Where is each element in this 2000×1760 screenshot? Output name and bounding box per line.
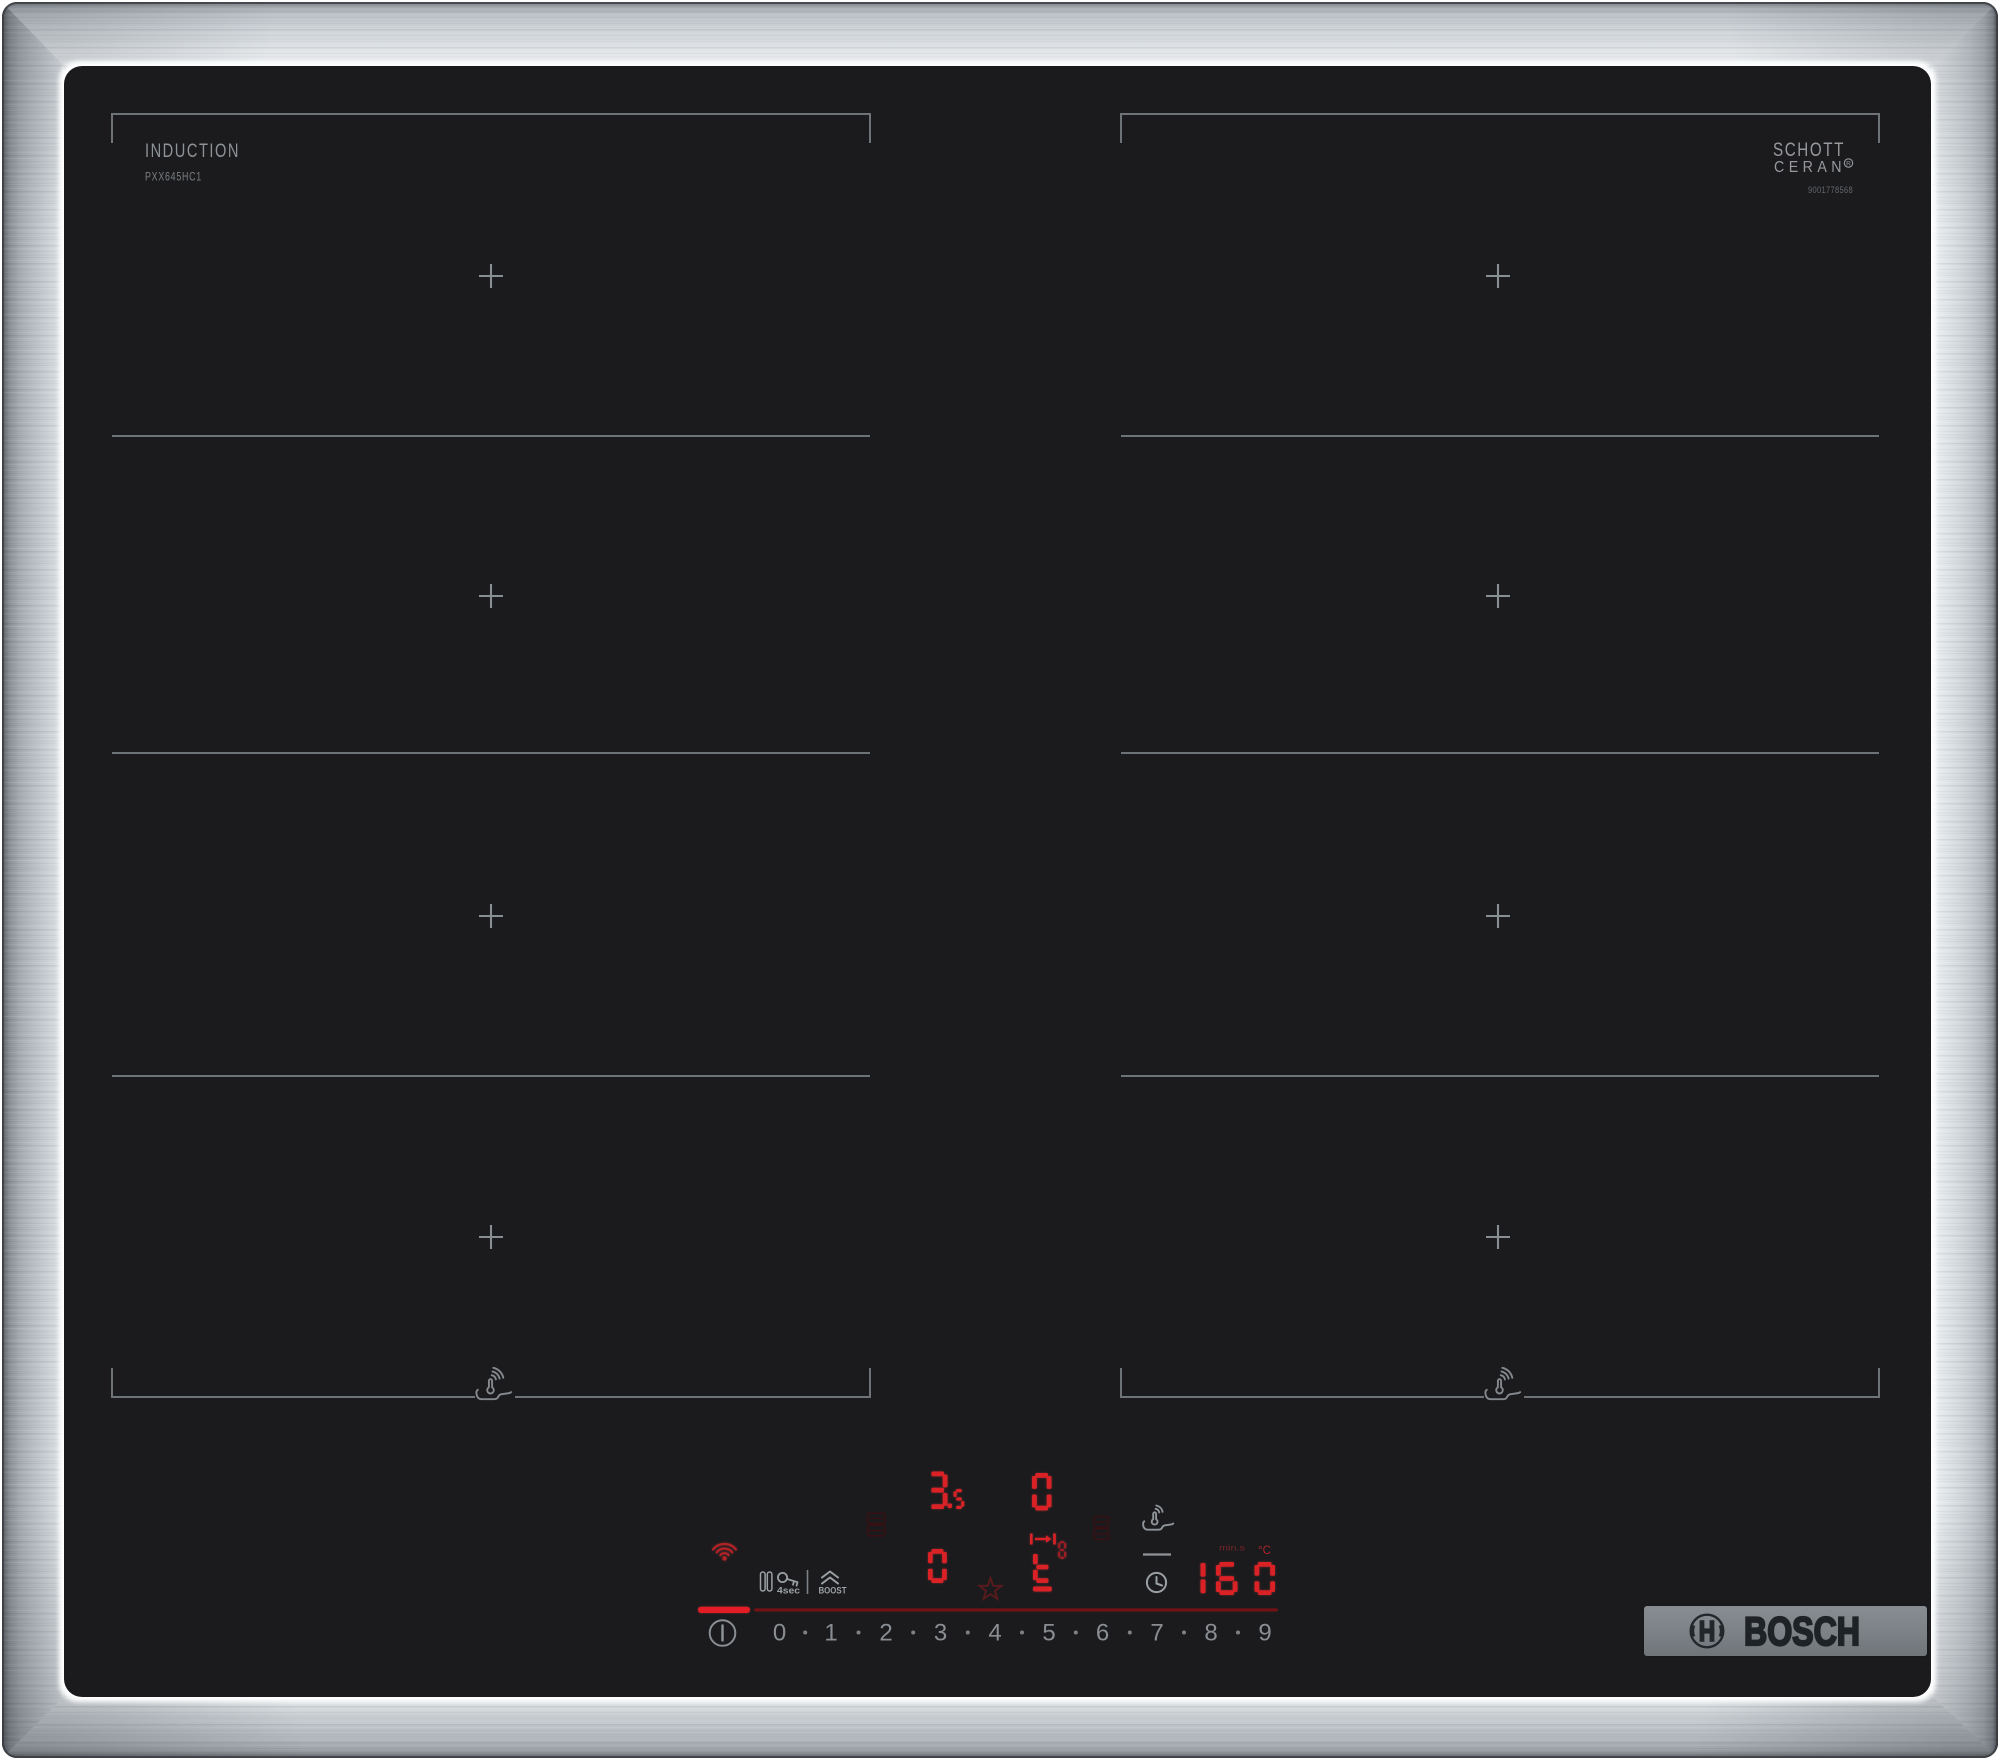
svg-text:8: 8: [1204, 1620, 1217, 1647]
svg-text:5: 5: [1042, 1620, 1055, 1647]
svg-text:min.s: min.s: [1219, 1544, 1245, 1553]
svg-text:BOOST: BOOST: [819, 1586, 847, 1597]
svg-text:CERAN: CERAN: [1774, 159, 1846, 176]
svg-text:BOSCH: BOSCH: [1744, 1610, 1860, 1654]
svg-text:INDUCTION: INDUCTION: [145, 141, 240, 162]
svg-text:2: 2: [879, 1620, 892, 1647]
svg-text:4: 4: [988, 1620, 1001, 1647]
svg-text:9001778568: 9001778568: [1808, 185, 1853, 195]
svg-text:7: 7: [1150, 1620, 1163, 1647]
svg-text:°C: °C: [1258, 1545, 1271, 1557]
svg-text:SCHOTT: SCHOTT: [1773, 140, 1845, 161]
svg-text:R: R: [1846, 161, 1851, 168]
svg-text:6: 6: [1096, 1620, 1109, 1647]
svg-text:3: 3: [934, 1620, 947, 1647]
svg-text:0: 0: [773, 1620, 786, 1647]
svg-text:PXX645HC1: PXX645HC1: [145, 172, 202, 184]
svg-text:4sec: 4sec: [777, 1586, 800, 1597]
svg-text:9: 9: [1258, 1620, 1271, 1647]
svg-text:1: 1: [824, 1620, 837, 1647]
